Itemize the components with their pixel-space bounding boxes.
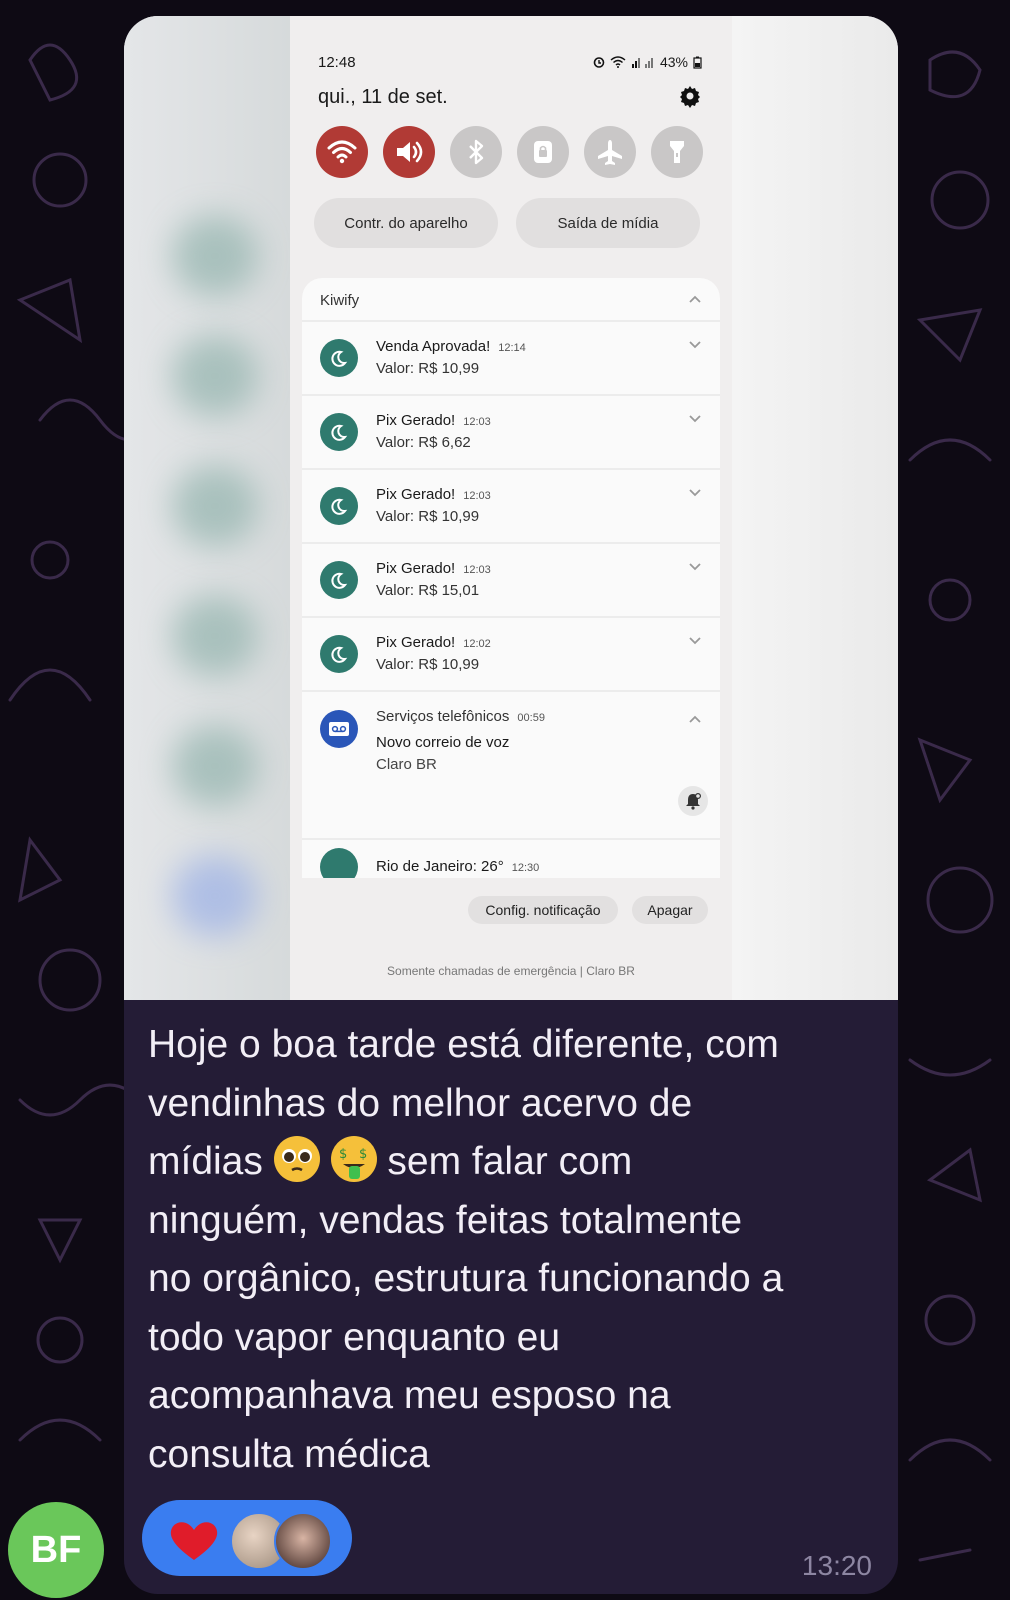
notification-shade: 12:48 43% qui., 11 de set. Contr. do apa… <box>290 16 732 1000</box>
notification-title: Pix Gerado! <box>376 412 456 429</box>
bell-settings-icon[interactable] <box>678 786 708 816</box>
heart-icon <box>170 1522 218 1560</box>
weather-notification[interactable]: Rio de Janeiro: 26° 12:30 <box>302 838 720 878</box>
notification-time: 12:03 <box>463 490 491 502</box>
battery-percent: 43% <box>659 54 688 70</box>
clear-button[interactable]: Apagar <box>632 896 708 924</box>
kiwify-group-header[interactable]: Kiwify <box>302 278 720 320</box>
notification-time: 12:30 <box>511 862 540 874</box>
status-icons: 43% <box>593 54 702 70</box>
kiwify-app-icon <box>320 339 358 377</box>
carrier-text: Claro BR <box>376 756 437 773</box>
notification-time: 00:59 <box>517 712 545 724</box>
notification-title: Rio de Janeiro: 26° <box>376 858 504 875</box>
weather-app-icon <box>320 848 358 878</box>
kiwify-app-icon <box>320 635 358 673</box>
notification-settings-button[interactable]: Config. notificação <box>468 896 618 924</box>
phone-services-notification[interactable]: Serviços telefônicos 00:59 Novo correio d… <box>302 690 720 838</box>
qs-flashlight[interactable] <box>651 126 703 178</box>
gear-icon[interactable] <box>678 84 702 108</box>
signal-icon <box>631 58 653 68</box>
message-time: 13:20 <box>801 1550 872 1581</box>
svg-text:$: $ <box>359 1147 367 1162</box>
device-control-button[interactable]: Contr. do aparelho <box>314 198 498 248</box>
qs-airplane[interactable] <box>584 126 636 178</box>
chevron-up-icon[interactable] <box>688 294 702 304</box>
date-label: qui., 11 de set. <box>318 86 448 108</box>
qs-rotation-lock[interactable] <box>517 126 569 178</box>
notification-value: Valor: R$ 6,62 <box>376 434 471 451</box>
airplane-icon <box>598 140 622 165</box>
battery-icon <box>693 56 702 69</box>
pleading-face-emoji <box>273 1136 320 1182</box>
kiwify-app-icon <box>320 561 358 599</box>
chevron-up-icon[interactable] <box>688 714 702 724</box>
rotation-lock-icon <box>534 141 552 163</box>
sender-avatar[interactable]: BF <box>8 1502 104 1598</box>
blurred-background-right <box>732 16 898 1000</box>
notification-time: 12:03 <box>463 416 491 428</box>
notification-item[interactable]: Pix Gerado! 12:03 Valor: R$ 6,62 <box>302 394 720 468</box>
sound-icon <box>397 141 423 163</box>
notification-value: Valor: R$ 10,99 <box>376 508 480 525</box>
bluetooth-icon <box>469 139 484 165</box>
chevron-down-icon[interactable] <box>688 488 702 498</box>
wifi-icon <box>610 56 626 68</box>
voicemail-text: Novo correio de voz <box>376 734 510 751</box>
app-name: Kiwify <box>320 292 360 309</box>
blurred-background-left <box>124 16 290 1000</box>
notification-list: Kiwify Venda Aprovada! 12:14 Valor: R$ 10… <box>302 278 720 878</box>
notification-title: Pix Gerado! <box>376 560 456 577</box>
money-mouth-face-emoji: $ $ <box>330 1136 377 1182</box>
notification-value: Valor: R$ 10,99 <box>376 360 480 377</box>
notification-value: Valor: R$ 15,01 <box>376 582 480 599</box>
qs-sound[interactable] <box>383 126 435 178</box>
message-bubble: 12:48 43% qui., 11 de set. Contr. do apa… <box>124 16 898 1594</box>
notification-time: 12:02 <box>463 638 491 650</box>
notification-title: Pix Gerado! <box>376 634 456 651</box>
chevron-down-icon[interactable] <box>688 340 702 350</box>
notification-item[interactable]: Venda Aprovada! 12:14 Valor: R$ 10,99 <box>302 320 720 394</box>
notification-title: Serviços telefônicos <box>376 708 510 725</box>
reactions-pill[interactable] <box>142 1500 352 1576</box>
notification-time: 12:14 <box>498 342 526 354</box>
message-text: Hoje o boa tarde está diferente, com ven… <box>148 1023 784 1476</box>
kiwify-app-icon <box>320 413 358 451</box>
status-time: 12:48 <box>318 54 356 71</box>
notification-title: Venda Aprovada! <box>376 338 491 355</box>
qs-wifi[interactable] <box>316 126 368 178</box>
notification-title: Pix Gerado! <box>376 486 456 503</box>
reactor-avatar <box>274 1512 332 1570</box>
attached-screenshot[interactable]: 12:48 43% qui., 11 de set. Contr. do apa… <box>124 16 898 1000</box>
alarm-icon <box>593 57 605 68</box>
notification-item[interactable]: Pix Gerado! 12:03 Valor: R$ 10,99 <box>302 468 720 542</box>
quick-settings <box>316 126 703 178</box>
svg-text:$: $ <box>339 1147 347 1162</box>
notification-time: 12:03 <box>463 564 491 576</box>
chevron-down-icon[interactable] <box>688 562 702 572</box>
flashlight-icon <box>670 141 684 163</box>
notification-item[interactable]: Pix Gerado! 12:03 Valor: R$ 15,01 <box>302 542 720 616</box>
chevron-down-icon[interactable] <box>688 636 702 646</box>
kiwify-app-icon <box>320 487 358 525</box>
wifi-icon <box>327 140 357 164</box>
voicemail-icon <box>320 710 358 748</box>
chevron-down-icon[interactable] <box>688 414 702 424</box>
qs-bluetooth[interactable] <box>450 126 502 178</box>
notification-item[interactable]: Pix Gerado! 12:02 Valor: R$ 10,99 <box>302 616 720 690</box>
notification-value: Valor: R$ 10,99 <box>376 656 480 673</box>
media-output-button[interactable]: Saída de mídia <box>516 198 700 248</box>
emergency-calls-label: Somente chamadas de emergência | Claro B… <box>387 964 635 978</box>
